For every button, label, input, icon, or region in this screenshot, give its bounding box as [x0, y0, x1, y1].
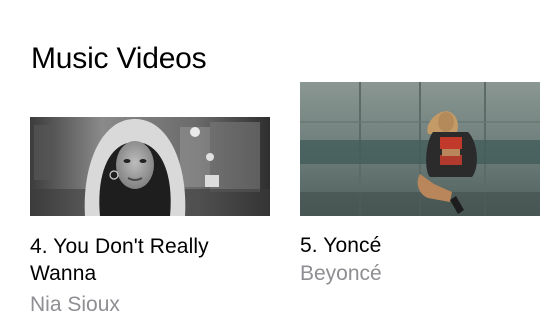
section-title: Music Videos — [31, 42, 207, 76]
music-video-card[interactable]: 4. You Don't Really Wanna Nia Sioux — [30, 117, 270, 318]
video-title[interactable]: 4. You Don't Really Wanna — [30, 233, 270, 287]
video-artist[interactable]: Nia Sioux — [30, 291, 270, 318]
music-video-card[interactable]: 5. Yoncé Beyoncé — [300, 82, 540, 287]
video-thumbnail[interactable] — [30, 117, 270, 216]
video-thumbnail-image — [30, 117, 270, 216]
video-artist[interactable]: Beyoncé — [300, 260, 540, 287]
video-thumbnail[interactable] — [300, 82, 540, 216]
video-thumbnail-image — [300, 82, 540, 216]
video-title[interactable]: 5. Yoncé — [300, 232, 540, 259]
